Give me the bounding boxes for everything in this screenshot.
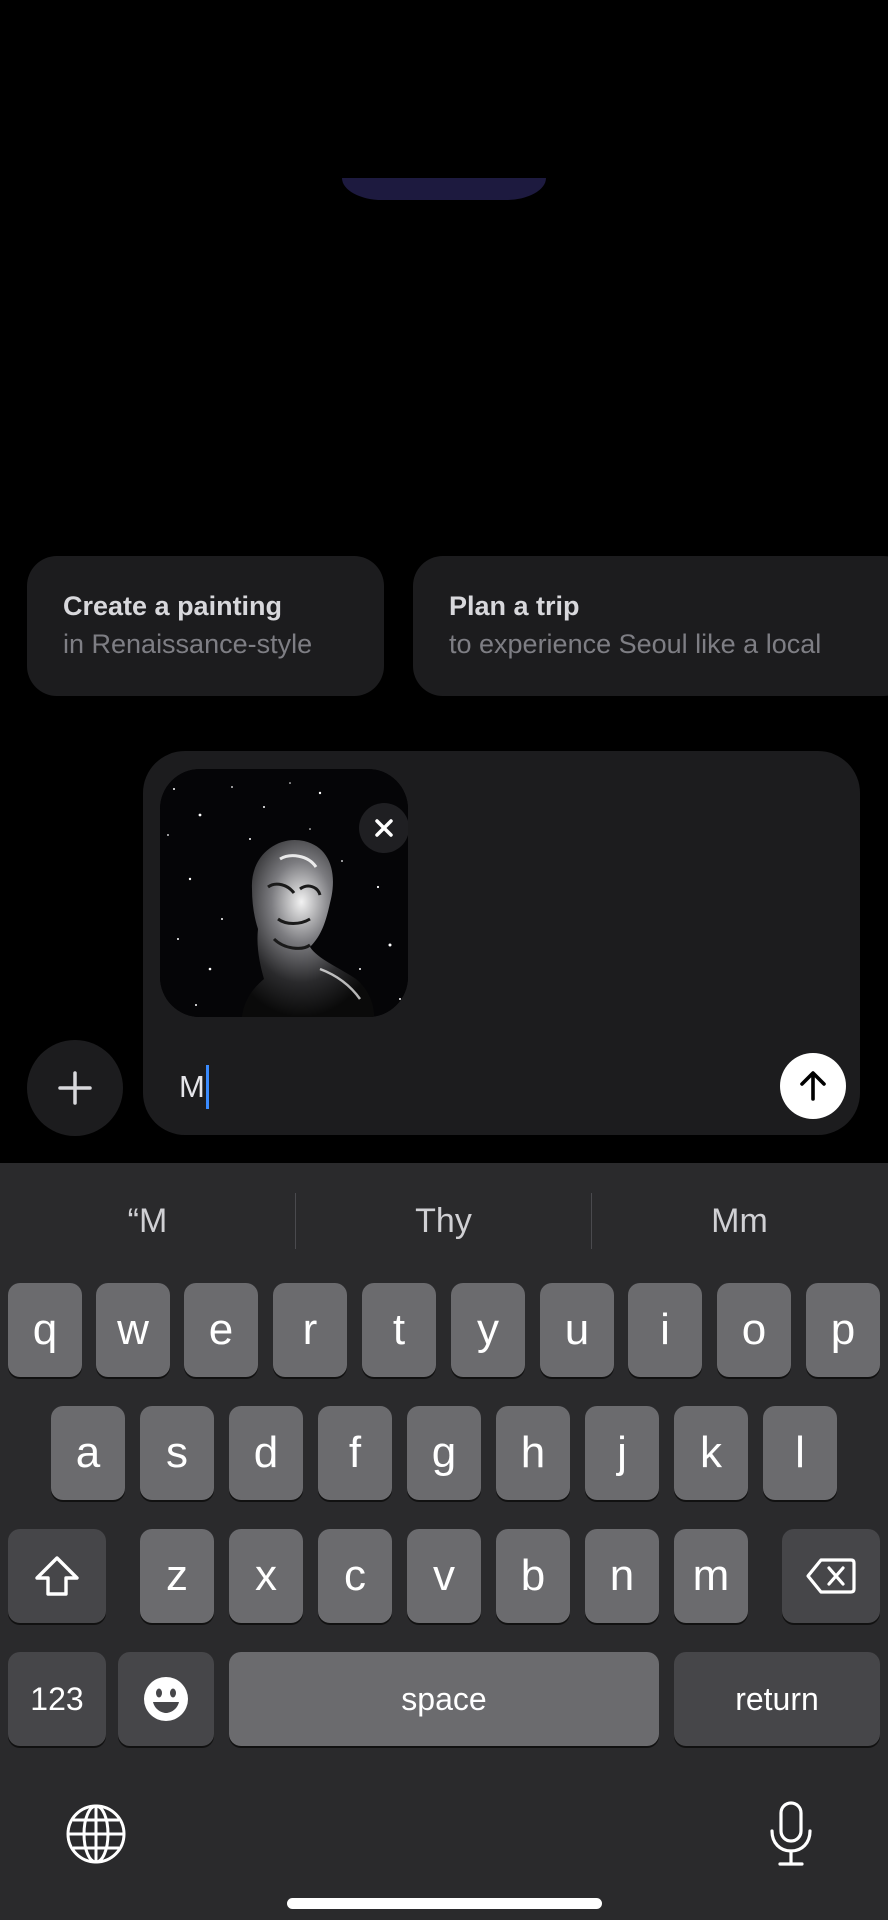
key-f[interactable]: f <box>318 1406 392 1500</box>
suggestion-list: Create a painting in Renaissance-style P… <box>27 556 888 696</box>
globe-icon <box>66 1804 126 1864</box>
text-caret <box>205 1065 209 1109</box>
predictive-text-bar: “M Thy Mm <box>0 1163 888 1279</box>
plus-icon <box>58 1071 92 1105</box>
key-l[interactable]: l <box>763 1406 837 1500</box>
key-r[interactable]: r <box>273 1283 347 1377</box>
key-x[interactable]: x <box>229 1529 303 1623</box>
suggestion-card-trip[interactable]: Plan a trip to experience Seoul like a l… <box>413 556 888 696</box>
dictation-button[interactable] <box>758 1799 824 1869</box>
message-input[interactable]: M <box>179 1065 209 1109</box>
message-composer: M <box>143 751 860 1135</box>
key-u[interactable]: u <box>540 1283 614 1377</box>
key-b[interactable]: b <box>496 1529 570 1623</box>
key-e[interactable]: e <box>184 1283 258 1377</box>
key-o[interactable]: o <box>717 1283 791 1377</box>
shift-icon <box>35 1556 79 1596</box>
key-q[interactable]: q <box>8 1283 82 1377</box>
message-input-text: M <box>179 1069 205 1104</box>
attached-image[interactable] <box>160 769 408 1017</box>
arrow-up-icon <box>800 1071 826 1101</box>
top-glow-arc <box>342 178 546 200</box>
key-w[interactable]: w <box>96 1283 170 1377</box>
key-i[interactable]: i <box>628 1283 702 1377</box>
key-z[interactable]: z <box>140 1529 214 1623</box>
key-v[interactable]: v <box>407 1529 481 1623</box>
key-h[interactable]: h <box>496 1406 570 1500</box>
prediction-1[interactable]: “M <box>0 1163 295 1279</box>
space-key[interactable]: space <box>229 1652 659 1746</box>
chat-screen: Create a painting in Renaissance-style P… <box>0 0 888 1920</box>
prediction-2[interactable]: Thy <box>296 1163 591 1279</box>
key-c[interactable]: c <box>318 1529 392 1623</box>
add-attachment-button[interactable] <box>27 1040 123 1136</box>
send-button[interactable] <box>780 1053 846 1119</box>
key-a[interactable]: a <box>51 1406 125 1500</box>
key-j[interactable]: j <box>585 1406 659 1500</box>
microphone-icon <box>770 1801 812 1866</box>
home-indicator <box>287 1898 602 1909</box>
key-y[interactable]: y <box>451 1283 525 1377</box>
backspace-key[interactable] <box>782 1529 880 1623</box>
key-d[interactable]: d <box>229 1406 303 1500</box>
suggestion-card-painting[interactable]: Create a painting in Renaissance-style <box>27 556 384 696</box>
numbers-key[interactable]: 123 <box>8 1652 106 1746</box>
key-s[interactable]: s <box>140 1406 214 1500</box>
key-g[interactable]: g <box>407 1406 481 1500</box>
emoji-icon <box>144 1677 188 1721</box>
key-m[interactable]: m <box>674 1529 748 1623</box>
remove-attachment-button[interactable] <box>359 803 408 853</box>
key-n[interactable]: n <box>585 1529 659 1623</box>
suggestion-title: Create a painting <box>63 591 283 621</box>
suggestion-subtitle: to experience Seoul like a local <box>449 629 822 659</box>
key-t[interactable]: t <box>362 1283 436 1377</box>
key-p[interactable]: p <box>806 1283 880 1377</box>
on-screen-keyboard: “M Thy Mm q w e r t y u i o p a s d f g … <box>0 1163 888 1920</box>
backspace-icon <box>806 1558 856 1594</box>
suggestion-subtitle: in Renaissance-style <box>63 629 313 659</box>
key-k[interactable]: k <box>674 1406 748 1500</box>
return-key[interactable]: return <box>674 1652 880 1746</box>
emoji-key[interactable] <box>118 1652 214 1746</box>
suggestion-title: Plan a trip <box>449 591 580 621</box>
shift-key[interactable] <box>8 1529 106 1623</box>
close-icon <box>375 819 393 837</box>
prediction-3[interactable]: Mm <box>592 1163 887 1279</box>
globe-button[interactable] <box>62 1800 130 1868</box>
